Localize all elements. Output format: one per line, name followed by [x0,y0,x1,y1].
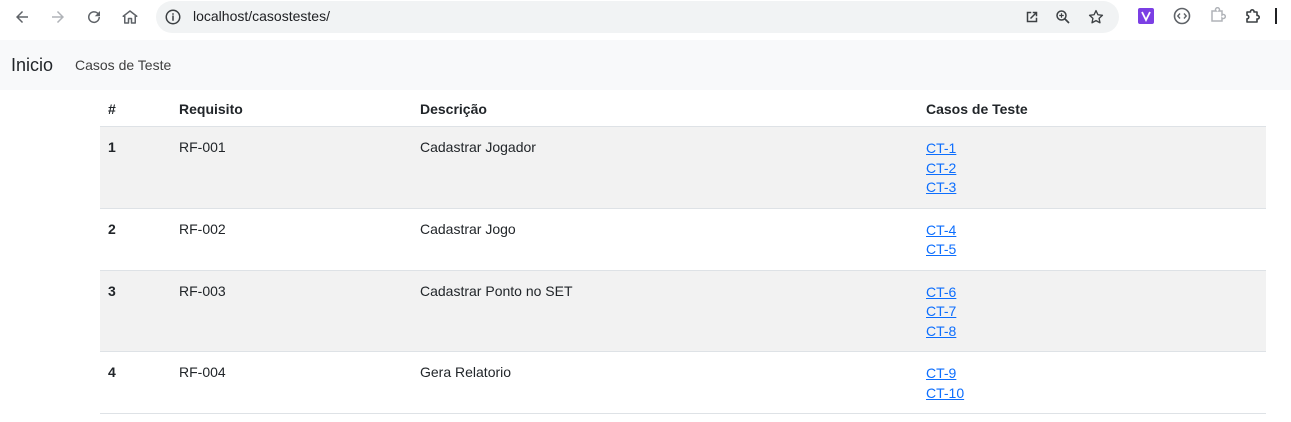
row-test-cases: CT-4 CT-5 [918,208,1266,271]
v-extension-icon[interactable] [1137,7,1155,25]
home-button[interactable] [118,5,142,29]
test-case-link[interactable]: CT-9 [926,363,1258,385]
row-number: 1 [100,126,171,209]
row-number: 3 [100,270,171,352]
reload-button[interactable] [82,5,106,29]
row-descricao: Cadastrar Ponto no SET [412,270,918,352]
row-number: 4 [100,351,171,414]
url-text[interactable]: localhost/casostestes/ [193,8,330,24]
row-test-cases: CT-1 CT-2 CT-3 [918,126,1266,209]
test-case-link[interactable]: CT-3 [926,177,1258,199]
forward-arrow-icon [52,11,64,23]
row-number: 2 [100,208,171,271]
test-case-link[interactable]: CT-8 [926,321,1258,343]
row-requisito: RF-003 [171,270,412,352]
test-case-link[interactable]: CT-4 [926,220,1258,242]
row-requisito: RF-001 [171,126,412,209]
back-arrow-icon [16,11,28,23]
open-in-new-icon[interactable] [1023,8,1041,26]
table-row: 3 RF-003 Cadastrar Ponto no SET CT-6 CT-… [100,270,1266,352]
row-requisito: RF-002 [171,208,412,271]
row-descricao: Cadastrar Jogador [412,126,918,209]
reload-icon [88,11,101,24]
test-case-link[interactable]: CT-5 [926,239,1258,261]
extensions-puzzle-icon[interactable] [1244,7,1262,25]
row-descricao: Gera Relatorio [412,351,918,414]
row-requisito: RF-004 [171,351,412,414]
site-info-icon[interactable] [164,8,182,26]
table-header-row: # Requisito Descrição Casos de Teste [100,90,1266,127]
test-case-link[interactable]: CT-1 [926,138,1258,160]
puzzle-gray-extension-icon[interactable] [1208,7,1226,25]
header-casos-de-teste: Casos de Teste [918,90,1266,127]
forward-button[interactable] [46,5,70,29]
header-number: # [100,90,171,127]
test-case-link[interactable]: CT-10 [926,383,1258,405]
test-case-link[interactable]: CT-2 [926,158,1258,180]
test-case-link[interactable]: CT-7 [926,301,1258,323]
header-requisito: Requisito [171,90,412,127]
address-bar[interactable]: localhost/casostestes/ [156,1,1119,33]
test-cases-table: # Requisito Descrição Casos de Teste 1 R… [100,90,1266,414]
table-row: 4 RF-004 Gera Relatorio CT-9 CT-10 [100,351,1266,414]
toolbar-divider [1273,7,1279,25]
navbar-brand[interactable]: Inicio [11,55,53,76]
browser-toolbar: localhost/casostestes/ [0,0,1291,34]
zoom-icon[interactable] [1054,8,1072,26]
nav-link-casos-de-teste[interactable]: Casos de Teste [75,57,171,73]
table-row: 2 RF-002 Cadastrar Jogo CT-4 CT-5 [100,208,1266,271]
test-case-link[interactable]: CT-6 [926,282,1258,304]
table-row: 1 RF-001 Cadastrar Jogador CT-1 CT-2 CT-… [100,126,1266,209]
home-icon [122,10,138,24]
app-navbar: Inicio Casos de Teste [0,40,1291,90]
code-extension-icon[interactable] [1173,7,1191,25]
back-button[interactable] [10,5,34,29]
row-test-cases: CT-9 CT-10 [918,351,1266,414]
bookmark-star-icon[interactable] [1087,8,1105,26]
row-descricao: Cadastrar Jogo [412,208,918,271]
row-test-cases: CT-6 CT-7 CT-8 [918,270,1266,352]
header-descricao: Descrição [412,90,918,127]
